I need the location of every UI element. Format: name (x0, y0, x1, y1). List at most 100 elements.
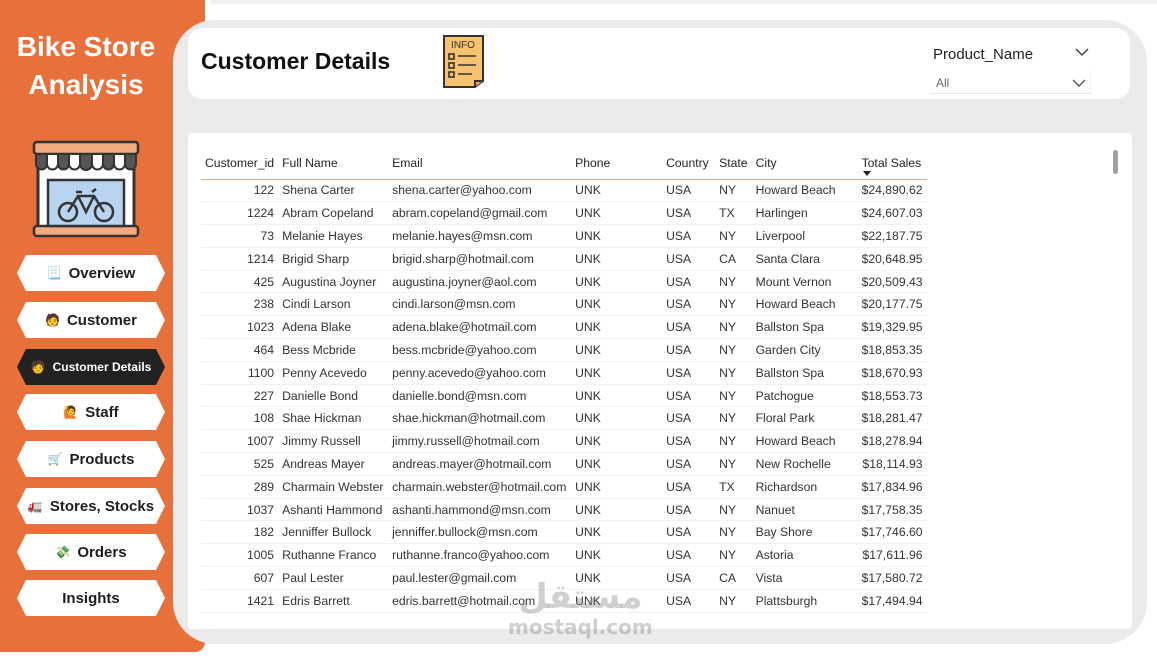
customer-table-card: Customer_id Full Name Email Phone Country Sta… (188, 133, 1132, 629)
nav-products[interactable]: 🛒 Products (17, 441, 165, 477)
table-row[interactable]: 238 Cindi Larson cindi.larson@msn.com UNK US… (201, 292, 927, 317)
table-row[interactable]: 182 Jenniffer Bullock jenniffer.bullock@ms… (201, 520, 927, 545)
cell-email: brigid.sharp@hotmail.com (388, 247, 572, 271)
column-header-total-sales[interactable]: Total Sales (857, 147, 927, 180)
cell-state: CA (715, 247, 752, 271)
chevron-down-icon[interactable] (1074, 46, 1090, 58)
cell-country: USA (662, 566, 716, 590)
cell-phone: UNK (571, 201, 663, 226)
cell-state: NY (715, 179, 752, 203)
cell-customer-id: 289 (201, 475, 279, 499)
cell-state: NY (715, 361, 752, 385)
column-header-customer-id[interactable]: Customer_id (201, 147, 279, 180)
brand-line-1: Bike Store (16, 31, 156, 62)
document-icon: 📃 (46, 266, 62, 280)
product-name-dropdown[interactable]: All (930, 70, 1091, 94)
table-row[interactable]: 1037 Ashanti Hammond ashanti.hammond@msn.c… (201, 498, 927, 522)
table-row[interactable]: 1023 Adena Blake adena.blake@hotmail.com UN… (201, 315, 927, 340)
cell-phone: UNK (571, 406, 663, 431)
scrollbar-thumb[interactable] (1113, 150, 1118, 174)
column-header-country[interactable]: Country (662, 147, 716, 180)
cell-state: NY (715, 315, 752, 340)
cell-country: USA (662, 270, 716, 294)
table-row[interactable]: 1007 Jimmy Russell jimmy.russell@hotmail.c… (201, 429, 927, 454)
cell-total-sales: $17,746.60 (857, 520, 927, 545)
cell-customer-id: 525 (201, 452, 279, 476)
bike-shop-icon (32, 140, 140, 238)
table-row[interactable]: 425 Augustina Joyner augustina.joyner@aol.… (201, 270, 927, 294)
cell-full-name: Jimmy Russell (278, 429, 389, 454)
info-document-icon: INFO (443, 35, 484, 88)
cell-total-sales: $17,758.35 (857, 498, 927, 522)
cell-country: USA (662, 452, 716, 476)
cell-country: USA (662, 520, 716, 545)
cell-phone: UNK (571, 338, 663, 362)
table-row[interactable]: 227 Danielle Bond danielle.bond@msn.com UNK… (201, 384, 927, 408)
table-header-row: Customer_id Full Name Email Phone Country Sta… (201, 147, 927, 180)
nav-overview[interactable]: 📃 Overview (17, 255, 165, 291)
table-row[interactable]: 525 Andreas Mayer andreas.mayer@hotmail.co… (201, 452, 927, 476)
column-header-state[interactable]: State (715, 147, 752, 180)
sort-descending-icon (862, 170, 871, 176)
cell-customer-id: 1224 (201, 201, 279, 226)
cell-state: TX (715, 475, 752, 499)
watermark-arabic: مستقل (518, 577, 643, 617)
cell-city: Mount Vernon (751, 270, 858, 294)
cell-email: danielle.bond@msn.com (388, 384, 572, 408)
nav-customer[interactable]: 🧑 Customer (17, 302, 165, 338)
cell-customer-id: 1023 (201, 315, 279, 340)
column-header-email[interactable]: Email (388, 147, 572, 180)
cell-customer-id: 464 (201, 338, 279, 362)
cell-email: augustina.joyner@aol.com (388, 270, 572, 294)
table-row[interactable]: 122 Shena Carter shena.carter@yahoo.com UNK… (201, 179, 927, 203)
nav-overview-label: Overview (68, 264, 136, 282)
cell-phone: UNK (571, 429, 663, 454)
cell-email: jenniffer.bullock@msn.com (388, 520, 572, 545)
table-row[interactable]: 1224 Abram Copeland abram.copeland@gmail.c… (201, 201, 927, 226)
nav-stores-stocks[interactable]: 🚛 Stores, Stocks (17, 488, 165, 524)
cell-state: NY (715, 292, 752, 317)
cell-email: adena.blake@hotmail.com (388, 315, 572, 340)
cell-customer-id: 108 (201, 406, 279, 431)
table-row[interactable]: 289 Charmain Webster charmain.webster@hotm… (201, 475, 927, 499)
column-header-city[interactable]: City (751, 147, 858, 180)
cell-country: USA (662, 361, 716, 385)
table-row[interactable]: 108 Shae Hickman shae.hickman@hotmail.com U… (201, 406, 927, 431)
cell-city: Howard Beach (751, 429, 858, 454)
nav-staff[interactable]: 🙋 Staff (17, 394, 165, 430)
cell-customer-id: 227 (201, 384, 279, 408)
cell-state: NY (715, 384, 752, 408)
nav-insights[interactable]: Insights (17, 580, 165, 616)
dropdown-value: All (936, 76, 950, 90)
nav-products-label: Products (69, 450, 135, 468)
cell-full-name: Cindi Larson (278, 292, 389, 317)
cell-total-sales: $22,187.75 (857, 224, 927, 248)
cell-total-sales: $18,670.93 (857, 361, 927, 385)
cell-state: NY (715, 452, 752, 476)
cell-customer-id: 1007 (201, 429, 279, 454)
table-row[interactable]: 1214 Brigid Sharp brigid.sharp@hotmail.com… (201, 247, 927, 271)
cell-phone: UNK (571, 315, 663, 340)
cell-email: charmain.webster@hotmail.com (388, 475, 572, 499)
cell-total-sales: $18,281.47 (857, 406, 927, 431)
cell-total-sales: $20,177.75 (857, 292, 927, 317)
table-row[interactable]: 464 Bess Mcbride bess.mcbride@yahoo.com UNK… (201, 338, 927, 362)
cell-email: andreas.mayer@hotmail.com (388, 452, 572, 476)
nav-orders[interactable]: 💸 Orders (17, 534, 165, 570)
cell-full-name: Edris Barrett (278, 589, 389, 613)
table-row[interactable]: 1005 Ruthanne Franco ruthanne.franco@yahoo… (201, 543, 927, 568)
nav-customer-details[interactable]: 🧑 Customer Details (17, 349, 165, 385)
cell-full-name: Charmain Webster (278, 475, 389, 499)
table-row[interactable]: 1100 Penny Acevedo penny.acevedo@yahoo.com… (201, 361, 927, 385)
table-row[interactable]: 73 Melanie Hayes melanie.hayes@msn.com UNK U… (201, 224, 927, 248)
cell-full-name: Shae Hickman (278, 406, 389, 431)
cell-country: USA (662, 315, 716, 340)
nav-customer-details-label: Customer Details (52, 360, 152, 374)
cell-country: USA (662, 406, 716, 431)
column-header-full-name[interactable]: Full Name (278, 147, 389, 180)
cell-state: NY (715, 589, 752, 613)
nav-insights-label: Insights (62, 589, 120, 607)
customer-table: Customer_id Full Name Email Phone Country Sta… (201, 147, 927, 613)
column-header-phone[interactable]: Phone (571, 147, 663, 180)
cell-email: bess.mcbride@yahoo.com (388, 338, 572, 362)
